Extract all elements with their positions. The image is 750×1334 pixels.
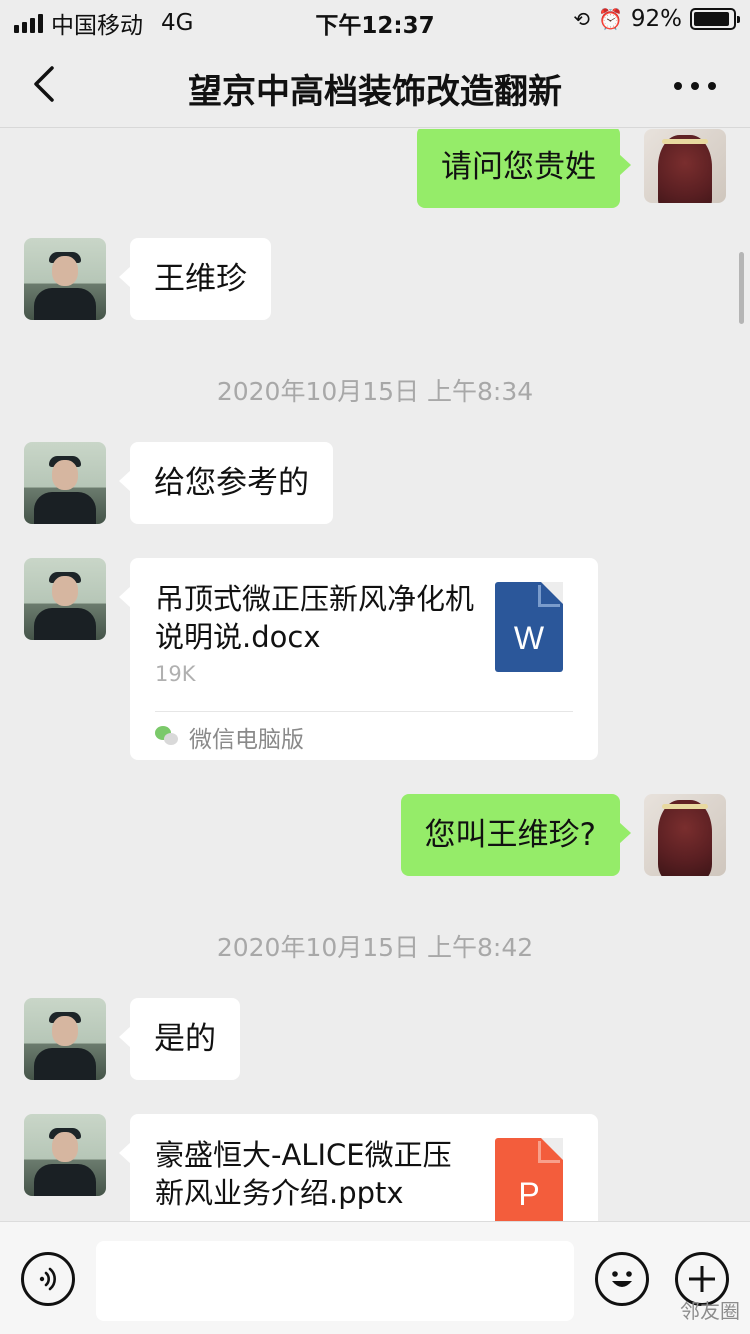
input-bar: 邻友圈 [0,1221,750,1334]
message-timestamp: 2020年10月15日 上午8:34 [216,377,534,406]
word-file-icon: W [495,582,563,672]
message-list[interactable]: 请问您贵姓 王维珍 2020年10月15日 上午8:34 给您参考的 吊顶式微正… [0,129,750,1221]
contact-avatar[interactable] [24,998,106,1080]
file-name: 吊顶式微正压新风净化机说明说.docx [155,582,475,654]
contact-avatar[interactable] [24,558,106,640]
contact-avatar[interactable] [24,238,106,320]
watermark: 邻友圈 [680,1299,740,1323]
file-source: 微信电脑版 [155,720,304,754]
message-text: 您叫王维珍? [424,817,596,853]
powerpoint-file-icon: P [495,1138,563,1221]
file-size: 19K [155,662,196,686]
my-avatar[interactable] [644,794,726,876]
divider [155,711,573,712]
message-bubble-incoming[interactable]: 王维珍 [119,238,271,320]
more-options-button[interactable] [674,82,716,90]
my-avatar[interactable] [644,129,726,203]
emoji-icon [612,1271,632,1287]
message-bubble-outgoing[interactable]: 请问您贵姓 [417,129,631,208]
chat-title: 望京中高档装饰改造翻新 [188,72,562,112]
file-message-card[interactable]: 吊顶式微正压新风净化机说明说.docx 19K W 微信电脑版 [119,558,598,760]
message-text: 请问您贵姓 [441,149,596,185]
message-text: 给您参考的 [154,465,309,501]
message-timestamp: 2020年10月15日 上午8:42 [216,933,534,962]
file-message-card[interactable]: 豪盛恒大-ALICE微正压新风业务介绍.pptx P [119,1114,598,1221]
message-input[interactable] [96,1241,574,1321]
battery-icon [690,8,740,30]
message-text: 王维珍 [154,261,247,297]
message-text: 是的 [154,1021,216,1057]
contact-avatar[interactable] [24,442,106,524]
voice-button[interactable] [21,1252,75,1306]
alarm-icon: ⏰ [597,7,623,31]
contact-avatar[interactable] [24,1114,106,1196]
scrollbar[interactable] [739,252,744,324]
plus-icon [689,1266,715,1292]
more-dots-icon [674,82,682,90]
message-bubble-incoming[interactable]: 给您参考的 [119,442,333,524]
file-name: 豪盛恒大-ALICE微正压新风业务介绍.pptx [155,1138,452,1210]
chat-header: 望京中高档装饰改造翻新 [0,40,750,128]
message-bubble-incoming[interactable]: 是的 [119,998,240,1080]
battery-percent: 92% [630,6,682,32]
file-source-label: 微信电脑版 [189,727,304,753]
message-bubble-outgoing[interactable]: 您叫王维珍? [400,794,632,876]
emoji-button[interactable] [595,1252,649,1306]
rotation-lock-icon: ⟲ [573,7,590,31]
voice-icon [39,1267,56,1291]
wechat-pc-icon [155,726,179,748]
status-bar: 中国移动 4G 下午12:37 ⟲ ⏰ 92% [0,0,750,40]
